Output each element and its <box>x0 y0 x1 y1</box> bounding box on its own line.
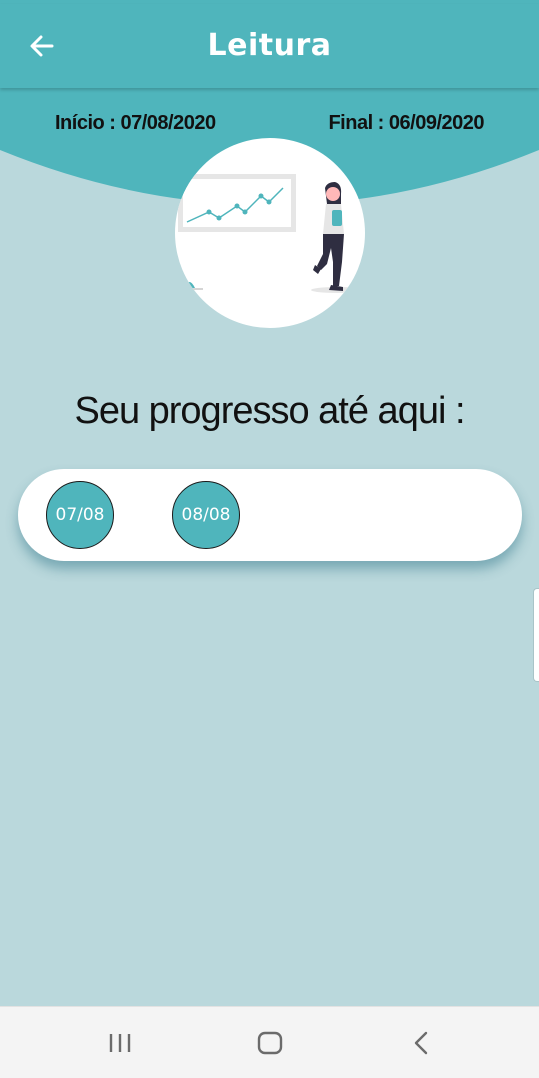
progress-title: Seu progresso até aqui : <box>74 390 465 432</box>
back-chevron-icon <box>414 1031 428 1055</box>
scroll-handle[interactable] <box>533 588 539 682</box>
end-date-label: Final : 06/09/2020 <box>328 112 484 134</box>
day-chip[interactable]: 07/08 <box>46 481 114 549</box>
day-chip[interactable]: 08/08 <box>172 481 240 549</box>
progress-card: 07/08 08/08 <box>18 469 522 561</box>
recents-icon <box>109 1034 131 1052</box>
home-button[interactable] <box>250 1025 290 1061</box>
recents-button[interactable] <box>100 1025 140 1061</box>
page-title: Leitura <box>207 28 332 63</box>
illustration <box>175 138 365 328</box>
woman-presenting-chart-illustration <box>178 174 363 293</box>
app-bar: Leitura <box>0 4 539 88</box>
system-nav-bar <box>0 1006 539 1078</box>
system-back-button[interactable] <box>401 1025 441 1061</box>
home-icon <box>257 1031 283 1055</box>
start-date-label: Início : 07/08/2020 <box>55 112 216 134</box>
